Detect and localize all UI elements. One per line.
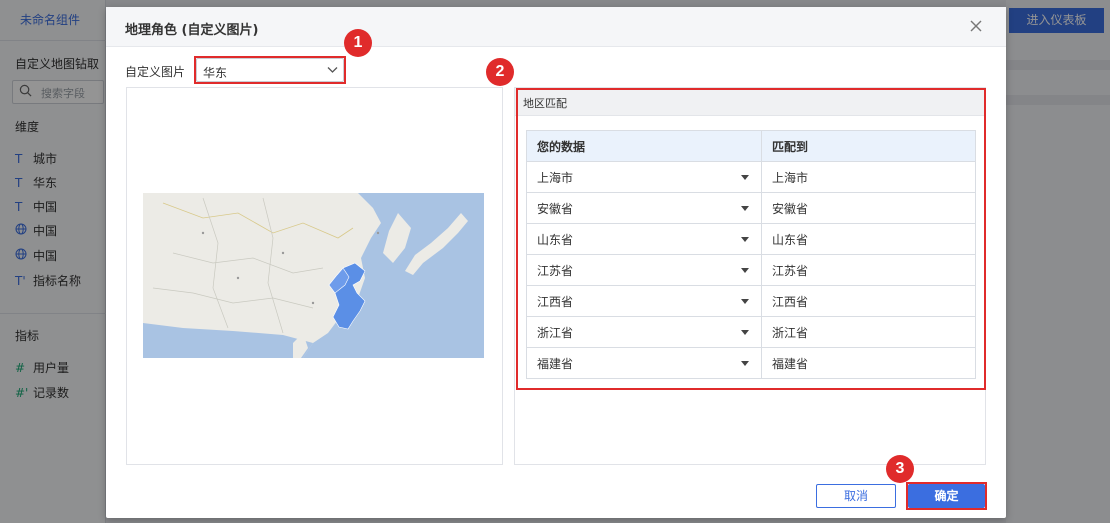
highlight-box-1 <box>194 56 346 84</box>
cancel-button[interactable]: 取消 <box>816 484 896 508</box>
custom-picture-label: 自定义图片 <box>125 65 186 79</box>
geo-role-dialog: 地理角色 (自定义图片) 自定义图片 华东 1 地区匹配 您的数据 匹配到 上海… <box>106 7 1006 518</box>
east-china-map-image <box>143 193 484 358</box>
highlight-box-3 <box>906 482 987 510</box>
callout-badge-2: 2 <box>486 58 514 86</box>
callout-badge-1: 1 <box>344 29 372 57</box>
highlight-box-2 <box>516 88 986 390</box>
dialog-title: 地理角色 (自定义图片) <box>125 23 259 38</box>
dialog-header: 地理角色 (自定义图片) <box>106 7 1006 47</box>
callout-badge-3: 3 <box>886 455 914 483</box>
close-icon[interactable] <box>969 19 983 33</box>
map-preview-panel <box>126 87 503 465</box>
